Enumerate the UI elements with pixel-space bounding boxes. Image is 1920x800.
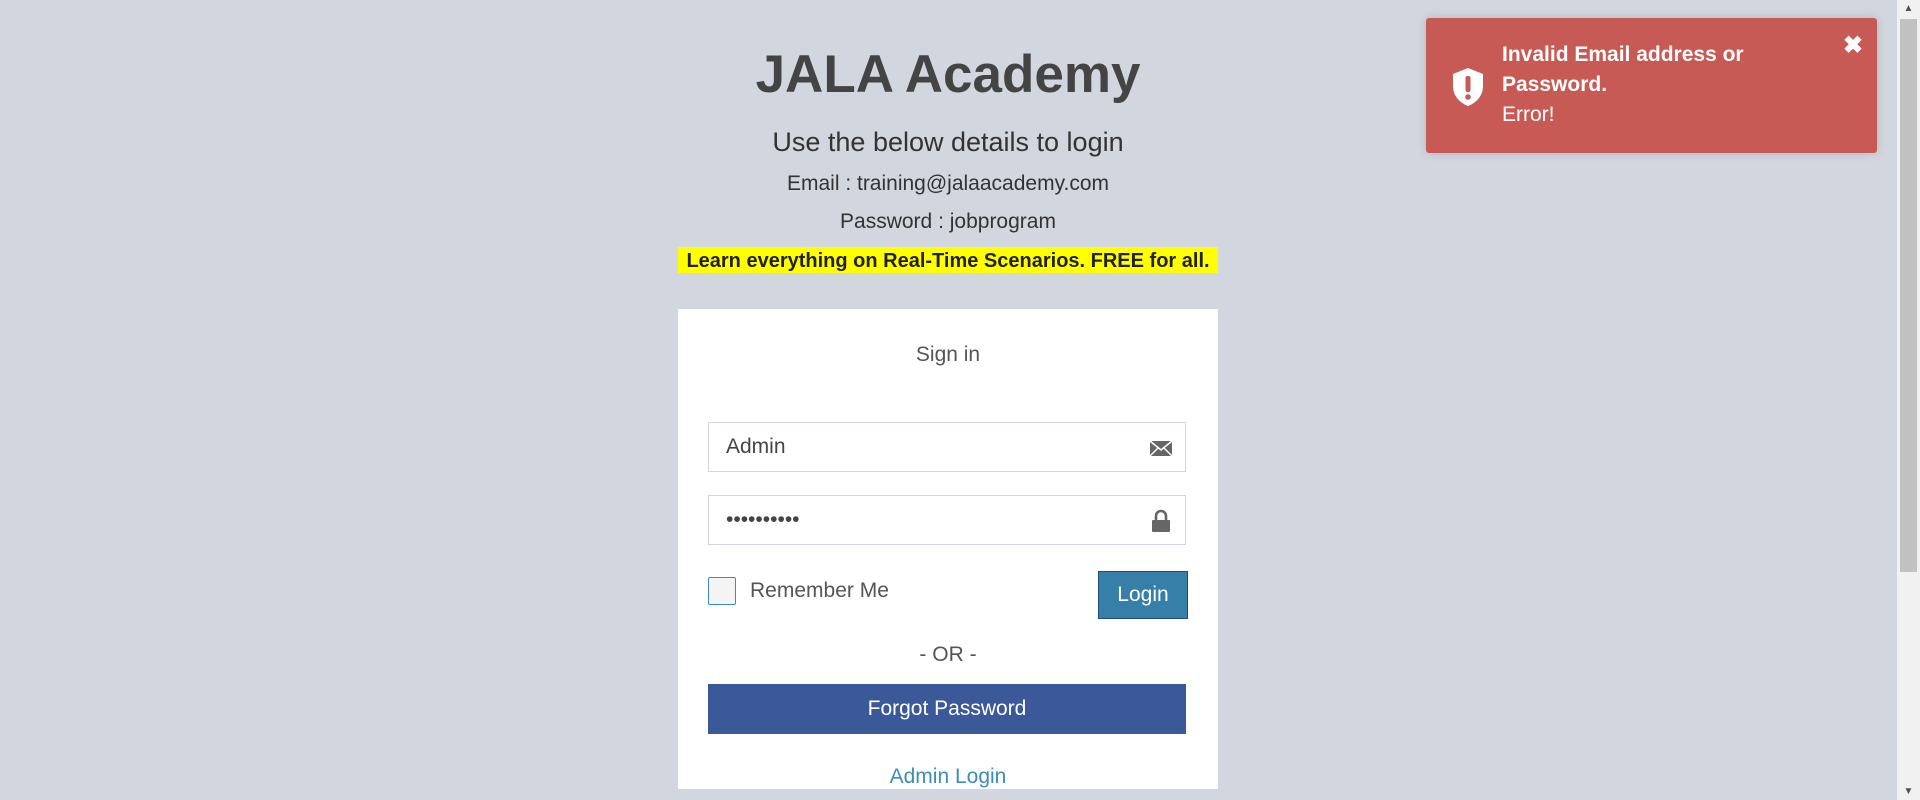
scroll-up-arrow-icon[interactable]: ▲	[1897, 0, 1920, 17]
remember-me-checkbox[interactable]	[708, 577, 736, 605]
toast-title: Error!	[1502, 103, 1555, 126]
remember-me-label: Remember Me	[750, 579, 889, 602]
toast-message: Invalid Email address or Password.	[1502, 43, 1744, 96]
admin-login-link[interactable]: Admin Login	[678, 765, 1218, 789]
login-instructions: Use the below details to login	[772, 127, 1124, 157]
login-page: JALA Academy Use the below details to lo…	[0, 0, 1920, 800]
password-input[interactable]	[709, 496, 1126, 544]
promo-banner: Learn everything on Real-Time Scenarios.…	[678, 247, 1218, 273]
envelope-icon	[1149, 436, 1173, 460]
close-icon[interactable]: ✖	[1843, 34, 1863, 58]
lock-icon	[1149, 509, 1173, 533]
remember-me: Remember Me	[708, 577, 889, 605]
scrollbar-thumb[interactable]	[1900, 19, 1917, 572]
vertical-scrollbar[interactable]: ▲ ▼	[1897, 0, 1920, 800]
sign-in-title: Sign in	[915, 343, 981, 366]
login-button[interactable]: Login	[1098, 571, 1188, 619]
page-title: JALA Academy	[755, 45, 1141, 104]
error-toast: Invalid Email address or Password. Error…	[1426, 18, 1877, 153]
or-separator: - OR -	[919, 643, 977, 666]
scroll-down-arrow-icon[interactable]: ▼	[1897, 783, 1920, 800]
demo-email-text: Email : training@jalaacademy.com	[786, 172, 1110, 195]
email-field	[708, 422, 1186, 472]
shield-alert-icon	[1450, 66, 1486, 108]
sign-in-card: Sign in Admin Remember Me Login - OR - F…	[678, 309, 1218, 789]
forgot-password-button[interactable]: Forgot Password	[708, 684, 1186, 734]
password-field	[708, 495, 1186, 545]
login-box: JALA Academy Use the below details to lo…	[678, 0, 1218, 789]
email-input[interactable]	[709, 423, 1126, 471]
demo-password-text: Password : jobprogram	[840, 210, 1056, 233]
